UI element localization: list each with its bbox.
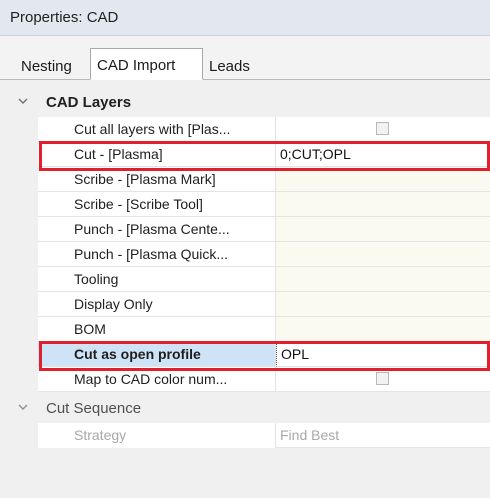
property-name: Display Only: [38, 292, 276, 317]
chevron-down-icon[interactable]: [16, 400, 30, 414]
cut-all-layers-checkbox[interactable]: [376, 122, 389, 135]
tab-nesting[interactable]: Nesting: [14, 52, 92, 79]
property-value[interactable]: [276, 317, 490, 342]
property-value-cut-plasma[interactable]: 0;CUT;OPL: [276, 142, 490, 167]
property-name: Strategy: [38, 423, 276, 448]
row-gutter: [0, 167, 38, 192]
row-gutter: [0, 342, 38, 367]
property-row-punch-plasma-quick[interactable]: Punch - [Plasma Quick...: [0, 242, 490, 267]
property-name: Cut - [Plasma]: [38, 142, 276, 167]
tab-leads[interactable]: Leads: [202, 52, 262, 79]
row-gutter: [0, 423, 38, 448]
property-value[interactable]: [276, 242, 490, 267]
row-gutter: [0, 117, 38, 142]
map-to-cad-color-checkbox[interactable]: [376, 372, 389, 385]
row-gutter: [0, 142, 38, 167]
row-gutter: [0, 242, 38, 267]
property-row-cut-as-open-profile[interactable]: Cut as open profile OPL: [0, 342, 490, 367]
property-value[interactable]: [276, 167, 490, 192]
property-value[interactable]: [276, 192, 490, 217]
tab-nesting-label: Nesting: [21, 58, 72, 75]
row-gutter: [0, 217, 38, 242]
tab-strip: Nesting CAD Import Leads: [0, 36, 490, 80]
chevron-down-icon[interactable]: [16, 94, 30, 108]
category-label: Cut Sequence: [46, 400, 142, 417]
property-value[interactable]: [276, 267, 490, 292]
property-value[interactable]: [276, 117, 490, 142]
row-gutter: [0, 292, 38, 317]
tab-cad-import[interactable]: CAD Import: [90, 48, 203, 80]
category-cad-layers[interactable]: CAD Layers: [0, 89, 490, 117]
property-value-cut-as-open-profile[interactable]: OPL: [276, 342, 490, 367]
property-row-scribe-scribe-tool[interactable]: Scribe - [Scribe Tool]: [0, 192, 490, 217]
row-gutter: [0, 192, 38, 217]
property-value[interactable]: Find Best: [276, 423, 490, 448]
window-title: Properties: CAD: [10, 9, 119, 26]
properties-title-bar: Properties: CAD: [0, 0, 490, 36]
property-name: Scribe - [Scribe Tool]: [38, 192, 276, 217]
property-name: BOM: [38, 317, 276, 342]
tab-leads-label: Leads: [209, 58, 250, 75]
row-gutter: [0, 267, 38, 292]
property-name: Map to CAD color num...: [38, 367, 276, 392]
property-name: Cut as open profile: [38, 342, 276, 367]
property-row-cut-all-layers[interactable]: Cut all layers with [Plas...: [0, 117, 490, 142]
row-gutter: [0, 367, 38, 392]
property-name: Cut all layers with [Plas...: [38, 117, 276, 142]
property-name: Punch - [Plasma Quick...: [38, 242, 276, 267]
property-row-map-to-cad-color[interactable]: Map to CAD color num...: [0, 367, 490, 392]
property-row-scribe-plasma-mark[interactable]: Scribe - [Plasma Mark]: [0, 167, 490, 192]
property-row-strategy[interactable]: Strategy Find Best: [0, 423, 490, 448]
property-value[interactable]: [276, 217, 490, 242]
property-name: Tooling: [38, 267, 276, 292]
row-gutter: [0, 317, 38, 342]
property-value[interactable]: [276, 292, 490, 317]
tab-cad-import-label: CAD Import: [97, 57, 176, 74]
property-grid: CAD Layers Cut all layers with [Plas... …: [0, 80, 490, 498]
property-value[interactable]: [276, 367, 490, 392]
property-name: Scribe - [Plasma Mark]: [38, 167, 276, 192]
property-row-punch-plasma-center[interactable]: Punch - [Plasma Cente...: [0, 217, 490, 242]
property-row-bom[interactable]: BOM: [0, 317, 490, 342]
category-label: CAD Layers: [46, 94, 132, 111]
property-row-cut-plasma[interactable]: Cut - [Plasma] 0;CUT;OPL: [0, 142, 490, 167]
property-name: Punch - [Plasma Cente...: [38, 217, 276, 242]
property-row-tooling[interactable]: Tooling: [0, 267, 490, 292]
category-cut-sequence[interactable]: Cut Sequence: [0, 395, 490, 423]
property-row-display-only[interactable]: Display Only: [0, 292, 490, 317]
